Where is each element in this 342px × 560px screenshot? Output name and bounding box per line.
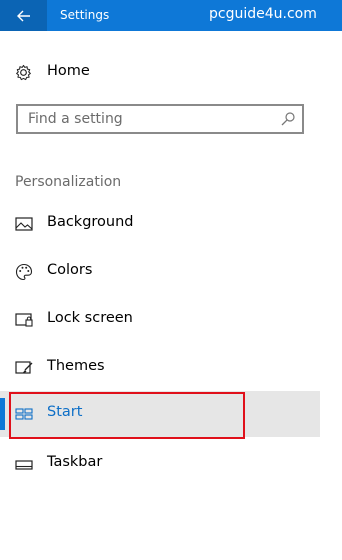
home-label: Home (47, 63, 90, 79)
back-button[interactable] (0, 0, 47, 31)
nav-item-label: Background (47, 214, 134, 230)
nav-item-label: Colors (47, 262, 93, 278)
taskbar-icon (15, 460, 33, 470)
search-icon[interactable] (280, 111, 296, 127)
gear-icon (16, 64, 31, 81)
palette-icon (15, 263, 33, 281)
search-input[interactable] (18, 106, 268, 132)
nav-item-themes[interactable]: Themes (0, 345, 320, 391)
brush-icon (15, 361, 33, 374)
section-header: Personalization (15, 174, 122, 190)
nav-item-label: Taskbar (47, 454, 103, 470)
nav-item-background[interactable]: Background (0, 201, 320, 247)
back-arrow-icon (16, 10, 30, 21)
lock-screen-icon (15, 313, 33, 327)
nav-item-label: Themes (47, 358, 105, 374)
home-link[interactable]: Home (0, 56, 320, 88)
window-title: Settings (60, 8, 110, 22)
selection-indicator (0, 398, 5, 430)
nav-item-colors[interactable]: Colors (0, 249, 320, 295)
search-box[interactable] (16, 104, 304, 134)
nav-item-lock-screen[interactable]: Lock screen (0, 297, 320, 343)
watermark-text: pcguide4u.com (209, 6, 317, 22)
nav-item-start[interactable]: Start (0, 391, 320, 437)
nav-item-label: Start (47, 404, 83, 420)
start-tiles-icon (15, 408, 33, 420)
nav-item-taskbar[interactable]: Taskbar (0, 441, 320, 487)
nav-item-label: Lock screen (47, 310, 133, 326)
picture-icon (15, 217, 33, 231)
title-bar: Settings pcguide4u.com (0, 0, 342, 31)
